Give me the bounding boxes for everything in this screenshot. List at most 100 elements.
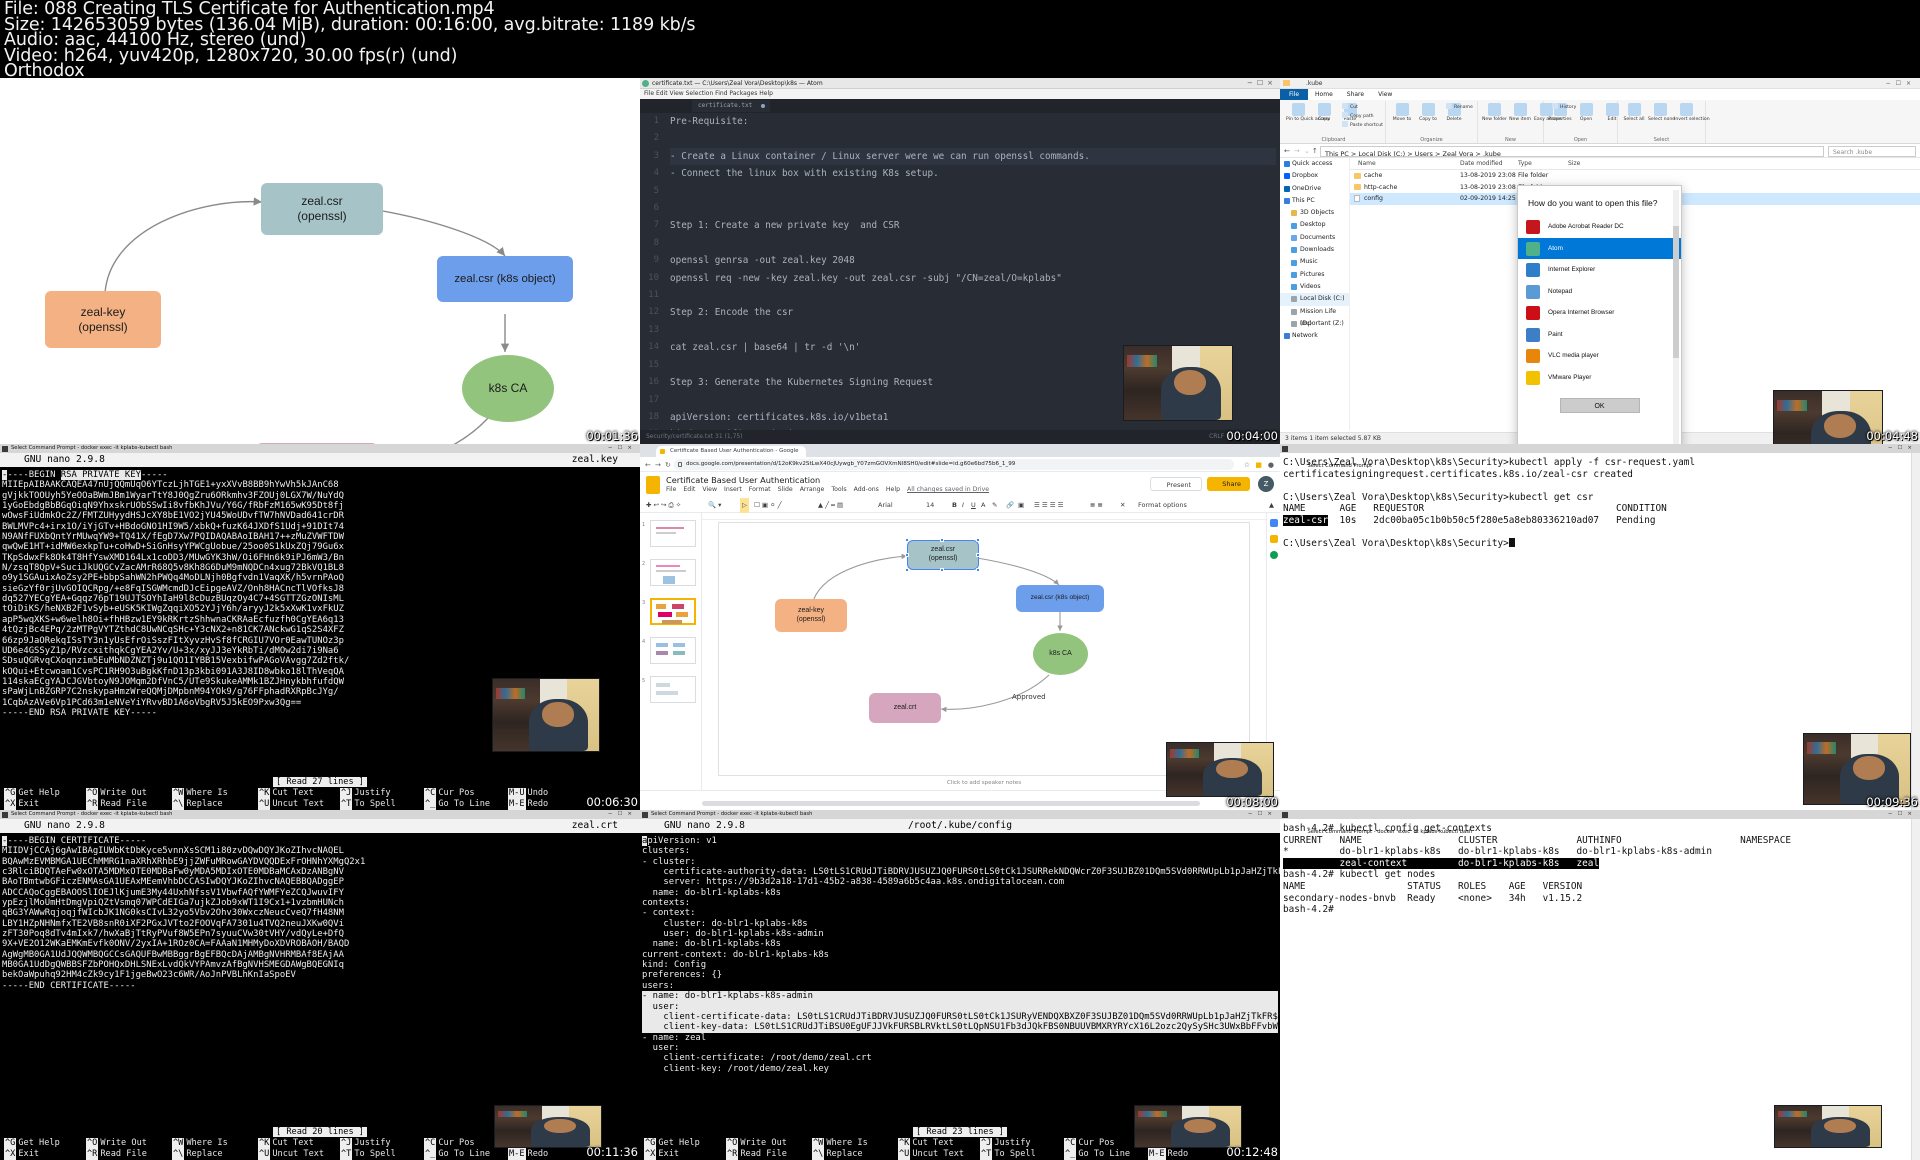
nano-shortcut[interactable]: ^CCur Pos xyxy=(424,788,490,799)
slides-toolbar[interactable]: ✚ ↩ ↪ ⎙ ✧ 🔍 ▾ ▷ ☐ ▣ ⚪ ╱ ▲ ╱ ═ ▤ Arial 14… xyxy=(640,498,1280,513)
ribbon-button-open[interactable]: Open xyxy=(1574,103,1598,122)
nano-shortcut[interactable]: ^TTo Spell xyxy=(980,1149,1036,1160)
search-input[interactable]: Search .kube xyxy=(1828,146,1916,157)
nano-shortcut[interactable]: ^OWrite Out xyxy=(726,1138,787,1149)
nano-shortcut[interactable]: ^GGet Help xyxy=(644,1138,700,1149)
tasks-icon[interactable] xyxy=(1270,551,1278,559)
thumbnail-nano-kube-config[interactable]: Select Command Prompt - docker exec -it … xyxy=(640,810,1280,1160)
open-with-item-opera-internet-browser[interactable]: Opera Internet Browser xyxy=(1518,302,1681,324)
atom-menubar[interactable]: File Edit View Selection Find Packages H… xyxy=(640,89,1280,99)
clear-format-icon[interactable]: ✕ xyxy=(1120,498,1125,513)
open-with-item-internet-explorer[interactable]: Internet Explorer xyxy=(1518,259,1681,281)
explorer-ribbon-tabs[interactable]: FileHomeShareView xyxy=(1280,89,1920,100)
explorer-column-headers[interactable]: NameDate modifiedTypeSize xyxy=(1350,158,1920,170)
align-icon[interactable]: ☰ ☰ ☰ ☰ xyxy=(1034,498,1064,513)
column-header-date-modified[interactable]: Date modified xyxy=(1460,158,1503,170)
thumbnail-diagram-slide[interactable]: zeal.csr (openssl) zeal-key (openssl) ze… xyxy=(0,78,640,444)
nav-item-local-disk-c-[interactable]: Local Disk (C:) xyxy=(1280,293,1349,305)
back-icon[interactable]: ← xyxy=(645,461,651,469)
nano-shortcut[interactable]: M-UUndo xyxy=(508,788,548,799)
nano-shortcut[interactable]: ^TTo Spell xyxy=(340,1149,396,1160)
open-with-item-adobe-acrobat-reader-dc[interactable]: Adobe Acrobat Reader DC xyxy=(1518,216,1681,238)
menu-insert[interactable]: Insert xyxy=(724,486,742,493)
thumbnail-windows-explorer[interactable]: .kube −☐× FileHomeShareView Pin to Quick… xyxy=(1280,78,1920,444)
slides-menubar[interactable]: FileEditViewInsertFormatSlideArrangeTool… xyxy=(666,486,996,493)
ribbon-button-copy-path[interactable]: Copy path xyxy=(1342,112,1374,119)
share-button[interactable]: Share xyxy=(1207,477,1250,491)
zoom-icon[interactable]: 🔍 ▾ xyxy=(708,498,721,513)
nav-item-downloads[interactable]: Downloads xyxy=(1280,244,1349,256)
print-icon[interactable]: ✚ ↩ ↪ ⎙ ✧ xyxy=(646,498,681,513)
nano-shortcut[interactable]: ^\Replace xyxy=(172,799,228,810)
slides-filmstrip[interactable]: 1 2 3 xyxy=(640,513,702,790)
slide-node-zeal-key-openssl[interactable]: zeal-key (openssl) xyxy=(775,599,847,632)
ribbon-button-select-none[interactable]: Select none xyxy=(1648,103,1672,122)
document-title[interactable]: Certificate Based User Authentication xyxy=(666,475,820,485)
ribbon-button-move-to[interactable]: Move to xyxy=(1390,103,1414,122)
address-path[interactable]: This PC > Local Disk (C:) > Users > Zeal… xyxy=(1320,146,1824,157)
ribbon-button-new-folder[interactable]: New folder xyxy=(1482,103,1506,122)
reload-icon[interactable]: ↻ xyxy=(665,461,671,469)
menu-file[interactable]: File xyxy=(666,486,676,493)
nano-shortcut[interactable]: ^OWrite Out xyxy=(86,788,147,799)
thumbnail-nano-zeal-crt[interactable]: Select Command Prompt - docker exec -it … xyxy=(0,810,640,1160)
menu-tools[interactable]: Tools xyxy=(831,486,846,493)
file-row[interactable]: cache13-08-2019 23:08File folder xyxy=(1350,170,1920,182)
underline-icon[interactable]: U xyxy=(971,498,976,513)
column-header-type[interactable]: Type xyxy=(1518,158,1532,170)
nav-item-pictures[interactable]: Pictures xyxy=(1280,269,1349,281)
ribbon-group-organize[interactable]: Move toCopy toDeleteRenameOrganize xyxy=(1386,101,1478,143)
open-with-item-vmware-player[interactable]: VMware Player xyxy=(1518,367,1681,389)
console-scrollbar[interactable] xyxy=(1911,453,1920,810)
window-controls[interactable]: −☐× xyxy=(1886,78,1916,89)
ribbon-button-copy-to[interactable]: Copy to xyxy=(1416,103,1440,122)
nano-shortcut[interactable]: ^JJustify xyxy=(340,788,396,799)
nano-shortcut[interactable]: M-ERedo xyxy=(508,1149,548,1160)
slide-node-zeal-csr-openssl[interactable]: zeal.csr (openssl) xyxy=(907,540,979,570)
nano-shortcut[interactable]: ^UUncut Text xyxy=(898,1149,964,1160)
keep-icon[interactable] xyxy=(1270,535,1278,543)
window-controls[interactable]: −☐× xyxy=(608,810,637,819)
nano-shortcut[interactable]: ^KCut Text xyxy=(258,788,324,799)
extension-icon[interactable]: ■ xyxy=(1255,461,1262,469)
window-controls[interactable]: −☐× xyxy=(608,444,637,453)
ribbon-group-new[interactable]: New folderNew itemEasy accessNew xyxy=(1478,101,1544,143)
nav-item-music[interactable]: Music xyxy=(1280,256,1349,268)
nav-item-desktop[interactable]: Desktop xyxy=(1280,219,1349,231)
thumbnail-google-slides[interactable]: Certificate Based User Authentication - … xyxy=(640,444,1280,810)
nano-shortcut[interactable]: ^RRead File xyxy=(726,1149,787,1160)
atom-tabbar[interactable]: certificate.txt xyxy=(640,99,1280,113)
forward-icon[interactable]: → xyxy=(655,461,661,469)
nano-shortcut[interactable]: M-ERedo xyxy=(1148,1149,1188,1160)
italic-icon[interactable]: I xyxy=(962,498,964,513)
thumbnail-nano-zeal-key[interactable]: Select Command Prompt - docker exec -it … xyxy=(0,444,640,810)
menu-slide[interactable]: Slide xyxy=(778,486,793,493)
ribbon-button-invert-selection[interactable]: Invert selection xyxy=(1674,103,1698,122)
link-icon[interactable]: 🔗 xyxy=(1006,498,1014,513)
window-controls[interactable]: −☐× xyxy=(1247,78,1277,89)
ok-button[interactable]: OK xyxy=(1560,398,1640,413)
nano-shortcut[interactable]: ^RRead File xyxy=(86,1149,147,1160)
menu-view[interactable]: View xyxy=(702,486,717,493)
text-color-icon[interactable]: A xyxy=(981,498,985,513)
nano-shortcut[interactable]: ^WWhere Is xyxy=(812,1138,868,1149)
slide-node-zeal-csr-k8s-object[interactable]: zeal.csr (k8s object) xyxy=(1016,585,1104,612)
nano-shortcut[interactable]: ^JJustify xyxy=(340,1138,396,1149)
explorer-ribbon[interactable]: Pin to Quick accessCopyPasteCutCopy path… xyxy=(1280,100,1920,144)
menu-format[interactable]: Format xyxy=(749,486,771,493)
nav-item-3d-objects[interactable]: 3D Objects xyxy=(1280,207,1349,219)
avatar[interactable]: Z xyxy=(1258,476,1274,492)
ribbon-tab-share[interactable]: Share xyxy=(1340,89,1371,100)
bookmark-star-icon[interactable]: ☆ xyxy=(1244,461,1250,469)
atom-tab-certificate-txt[interactable]: certificate.txt xyxy=(692,100,770,112)
slide-thumbnail-3[interactable] xyxy=(650,598,696,625)
ribbon-group-select[interactable]: Select allSelect noneInvert selectionSel… xyxy=(1618,101,1706,143)
bold-icon[interactable]: B xyxy=(952,498,957,513)
ribbon-button-pin-to-quick-access[interactable]: Pin to Quick access xyxy=(1286,103,1310,122)
nano-shortcut[interactable]: ^TTo Spell xyxy=(340,799,396,810)
nano-crt-text[interactable]: -----BEGIN CERTIFICATE-----MIIDVjCCAj6gA… xyxy=(2,836,638,991)
diagram-node-k8s-ca[interactable]: k8s CA xyxy=(462,355,554,422)
nav-item-this-pc[interactable]: This PC xyxy=(1280,195,1349,207)
open-with-item-vlc-media-player[interactable]: VLC media player xyxy=(1518,345,1681,367)
up-icon[interactable]: ↑ xyxy=(1312,144,1318,158)
